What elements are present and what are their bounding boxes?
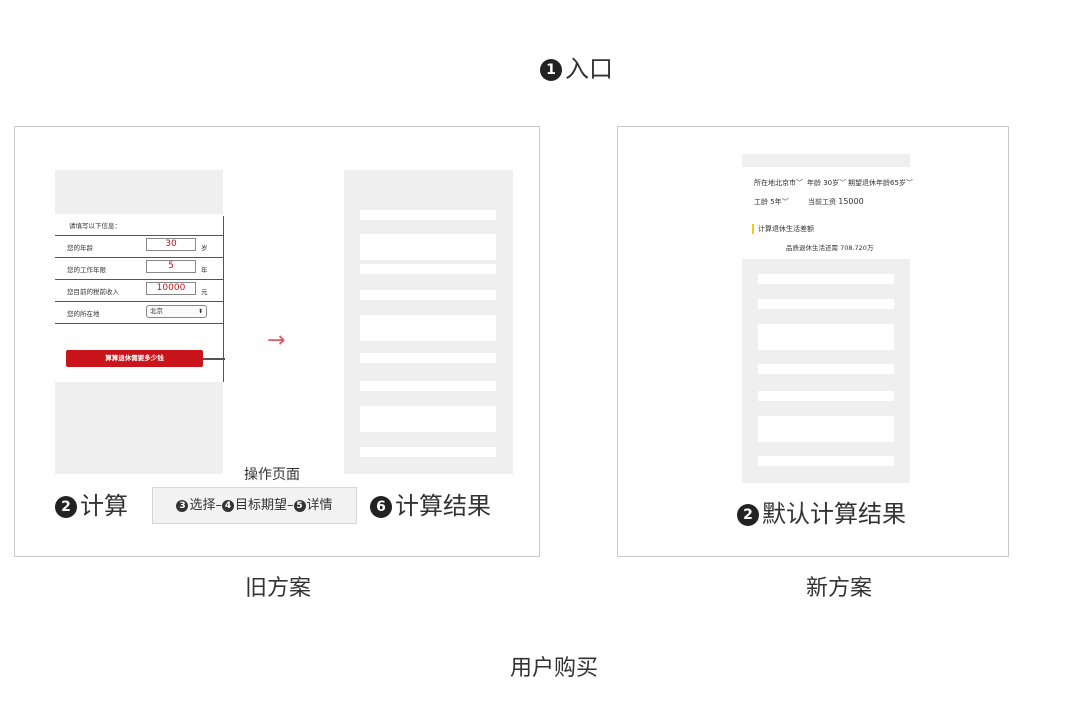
filter-seniority[interactable]: 工龄 5年﹀ [754, 197, 789, 207]
entry-label: 1 入口 [540, 57, 613, 81]
substeps-box: 3 选择– 4 目标期望– 5 详情 [152, 487, 357, 524]
connector-line [203, 358, 225, 360]
step-number-badge: 2 [737, 504, 759, 526]
form-border-line [223, 216, 224, 382]
placeholder-bar [758, 391, 894, 401]
step-number-badge: 2 [55, 496, 77, 518]
old-scheme-title: 旧方案 [245, 576, 312, 601]
age-input[interactable]: 30 [146, 238, 196, 251]
placeholder-bar [758, 274, 894, 284]
new-scheme-title: 新方案 [806, 576, 873, 601]
chevron-down-icon: ﹀ [905, 179, 913, 187]
step-default-result-label: 2 默认计算结果 [737, 502, 906, 526]
placeholder-bar [758, 364, 894, 374]
step-number-badge: 6 [370, 496, 392, 518]
placeholder-bar [360, 406, 496, 432]
salary-field[interactable]: 当前工资 15000 [808, 197, 864, 207]
filter-age[interactable]: 年龄 30岁﹀ [807, 178, 846, 188]
calculator-form-mockup: 请填写以下信息： 您的年龄 30 岁 您的工作年限 5 年 您目前的税前收入 1… [55, 170, 223, 474]
flow-arrow-icon: → [267, 328, 286, 353]
form-row-age: 您的年龄 30 岁 [55, 236, 223, 258]
placeholder-bar [360, 234, 496, 260]
result-page-mockup-old [344, 170, 513, 474]
step-number-badge: 1 [540, 59, 562, 81]
placeholder-bar [360, 315, 496, 341]
result-text: 品质退休生活还需 708.720万 [786, 244, 874, 252]
operation-page-label: 操作页面 [244, 467, 300, 483]
purchase-label: 用户购买 [510, 656, 599, 681]
location-select[interactable]: 北京 ⬍ [146, 305, 207, 318]
form-heading-row: 请填写以下信息： [55, 214, 223, 236]
placeholder-bar [758, 456, 894, 466]
placeholder-bar [360, 290, 496, 300]
form-body: 请填写以下信息： 您的年龄 30 岁 您的工作年限 5 年 您目前的税前收入 1… [55, 214, 223, 382]
filter-location[interactable]: 所在地北京市﹀ [754, 178, 803, 188]
placeholder-bar [360, 210, 496, 220]
result-page-mockup-new: 所在地北京市﹀ 年龄 30岁﹀ 期望退休年龄65岁﹀ 工龄 5年﹀ 当前工资 1… [742, 154, 913, 483]
filter-expected-age[interactable]: 期望退休年龄65岁﹀ [848, 178, 913, 188]
section-accent-bar [752, 224, 754, 234]
placeholder-bar [758, 324, 894, 350]
step-result-label: 6 计算结果 [370, 494, 491, 518]
income-input[interactable]: 10000 [146, 282, 196, 295]
default-result-card: 所在地北京市﹀ 年龄 30岁﹀ 期望退休年龄65岁﹀ 工龄 5年﹀ 当前工资 1… [742, 167, 913, 259]
step-calc-label: 2 计算 [55, 494, 128, 518]
form-row-work-years: 您的工作年限 5 年 [55, 258, 223, 280]
placeholder-bar [360, 447, 496, 457]
placeholder-bar [360, 264, 496, 274]
work-years-input[interactable]: 5 [146, 260, 196, 273]
chevron-down-icon: ﹀ [796, 179, 803, 187]
placeholder-bar [758, 299, 894, 309]
section-title: 计算退休生活差额 [758, 225, 814, 233]
form-row-location: 您的所在地 北京 ⬍ [55, 302, 223, 324]
calculate-button[interactable]: 算算退休需要多少钱 [66, 350, 203, 367]
form-heading: 请填写以下信息： [69, 222, 121, 230]
select-arrow-icon: ⬍ [197, 308, 203, 315]
placeholder-bar [758, 416, 894, 442]
placeholder-bar [360, 381, 496, 391]
chevron-down-icon: ﹀ [781, 198, 789, 206]
form-row-income: 您目前的税前收入 10000 元 [55, 280, 223, 302]
placeholder-bar [360, 353, 496, 363]
chevron-down-icon: ﹀ [839, 179, 847, 187]
